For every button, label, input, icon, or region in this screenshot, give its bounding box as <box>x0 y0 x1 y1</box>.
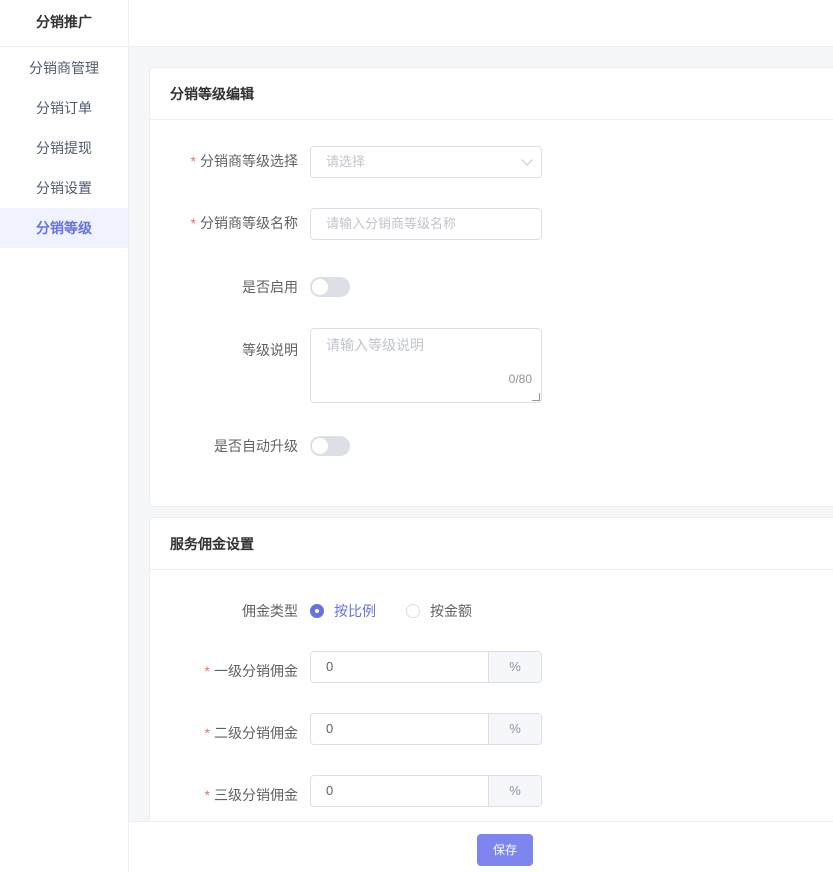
level2-commission-input[interactable]: 0 % <box>310 713 542 745</box>
required-mark: * <box>204 787 210 803</box>
radio-checked-icon <box>310 604 324 618</box>
sidebar-item-settings[interactable]: 分销设置 <box>0 168 128 208</box>
level3-commission-label: 三级分销佣金 <box>214 787 298 803</box>
radio-by-ratio[interactable]: 按比例 <box>310 601 376 621</box>
radio-by-ratio-label: 按比例 <box>334 603 376 619</box>
commission-card: 服务佣金设置 佣金类型 按比例 按金额 * 一级分销佣金 0 % * 二级分销佣金 … <box>149 517 833 821</box>
required-mark: * <box>190 153 196 169</box>
radio-by-amount-label: 按金额 <box>430 603 472 619</box>
level-select-placeholder: 请选择 <box>326 154 366 169</box>
auto-upgrade-switch[interactable] <box>310 436 350 456</box>
commission-type-label: 佣金类型 <box>242 603 298 619</box>
radio-by-amount[interactable]: 按金额 <box>406 601 472 621</box>
sidebar-item-distributor-management[interactable]: 分销商管理 <box>0 48 128 88</box>
chevron-down-icon <box>521 154 533 166</box>
percent-unit: % <box>488 776 541 806</box>
radio-unchecked-icon <box>406 604 420 618</box>
enabled-label: 是否启用 <box>242 279 298 295</box>
card-title: 服务佣金设置 <box>150 518 833 570</box>
sidebar-item-levels[interactable]: 分销等级 <box>0 208 128 248</box>
enabled-switch[interactable] <box>310 277 350 297</box>
level3-commission-value: 0 <box>326 783 334 798</box>
top-bar <box>129 0 833 47</box>
level1-commission-value: 0 <box>326 659 334 674</box>
card-title: 分销等级编辑 <box>150 68 833 120</box>
level3-commission-input[interactable]: 0 % <box>310 775 542 807</box>
footer-bar: 保存 <box>129 821 833 872</box>
main-content: 分销等级编辑 * 分销商等级选择 请选择 * 分销商等级名称 请输入分销商等级名称 … <box>129 47 833 821</box>
sidebar-title: 分销推广 <box>0 0 128 47</box>
level2-commission-label: 二级分销佣金 <box>214 725 298 741</box>
required-mark: * <box>204 725 210 741</box>
level2-commission-value: 0 <box>326 721 334 736</box>
resize-handle-icon[interactable] <box>532 393 540 401</box>
save-button[interactable]: 保存 <box>477 834 533 866</box>
description-textarea[interactable]: 请输入等级说明 0/80 <box>310 328 542 403</box>
required-mark: * <box>204 663 210 679</box>
level-name-placeholder: 请输入分销商等级名称 <box>326 216 457 231</box>
required-mark: * <box>190 215 196 231</box>
level-select-label: 分销商等级选择 <box>200 153 298 169</box>
level-name-input[interactable]: 请输入分销商等级名称 <box>310 208 542 240</box>
level-name-label: 分销商等级名称 <box>200 215 298 231</box>
percent-unit: % <box>488 652 541 682</box>
description-placeholder: 请输入等级说明 <box>326 337 424 353</box>
auto-upgrade-label: 是否自动升级 <box>214 438 298 454</box>
sidebar: 分销推广 分销商管理 分销订单 分销提现 分销设置 分销等级 <box>0 0 129 872</box>
percent-unit: % <box>488 714 541 744</box>
level1-commission-input[interactable]: 0 % <box>310 651 542 683</box>
level1-commission-label: 一级分销佣金 <box>214 663 298 679</box>
level-select[interactable]: 请选择 <box>310 146 542 178</box>
description-label: 等级说明 <box>242 342 298 358</box>
sidebar-item-withdrawals[interactable]: 分销提现 <box>0 128 128 168</box>
level-edit-card: 分销等级编辑 * 分销商等级选择 请选择 * 分销商等级名称 请输入分销商等级名称 … <box>149 67 833 507</box>
sidebar-item-distribution-orders[interactable]: 分销订单 <box>0 88 128 128</box>
char-count: 0/80 <box>508 372 532 386</box>
